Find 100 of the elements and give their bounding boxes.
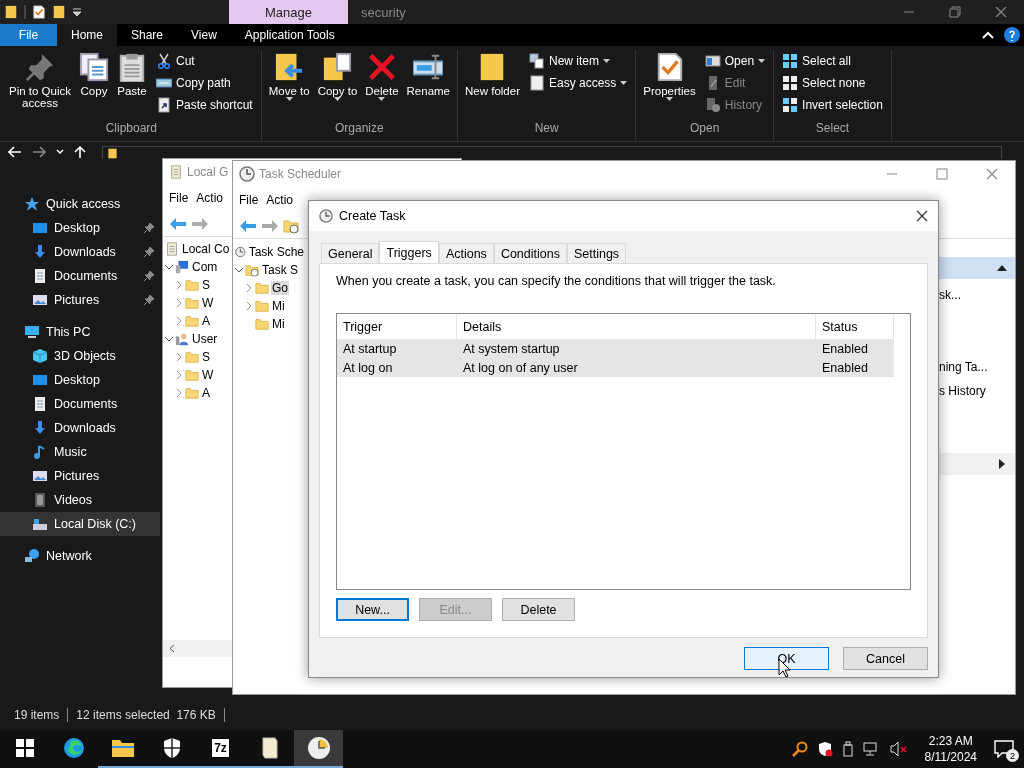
clock-icon[interactable] — [306, 736, 331, 760]
ribbon-command[interactable]: Easy access — [528, 74, 628, 92]
menu-item[interactable]: Actio — [266, 193, 294, 207]
ribbon-command[interactable]: Select all — [782, 52, 883, 70]
tree-item[interactable]: Local Co — [181, 242, 231, 256]
help-icon[interactable] — [1004, 27, 1020, 43]
table-cell[interactable]: At startup — [337, 339, 457, 358]
edge-browser-icon[interactable] — [62, 737, 85, 759]
ribbon-command[interactable]: Paste shortcut — [156, 96, 253, 114]
start-icon[interactable] — [15, 739, 34, 757]
tree-item[interactable]: S — [201, 350, 211, 364]
nav-item[interactable]: Documents — [0, 392, 160, 416]
ribbon-command[interactable]: Copy path — [156, 74, 253, 92]
tree-item[interactable]: Mi — [271, 299, 286, 313]
ribbon-command[interactable]: Open — [704, 52, 766, 70]
notepad-icon[interactable] — [260, 736, 279, 760]
ribbon-button[interactable]: Move to — [265, 50, 313, 121]
restore-icon[interactable] — [949, 6, 961, 18]
tree-item[interactable]: Task S — [261, 263, 299, 277]
ribbon-button[interactable]: Rename — [403, 50, 453, 121]
nav-item[interactable]: This PC — [0, 320, 160, 344]
table-cell[interactable]: At log on of any user — [457, 358, 816, 377]
nav-item[interactable]: Music — [0, 440, 160, 464]
table-cell[interactable]: Enabled — [816, 339, 894, 358]
scroll-left-icon[interactable] — [169, 644, 175, 653]
nav-item[interactable]: Pictures — [0, 464, 160, 488]
ribbon-tab[interactable]: Application Tools — [230, 24, 349, 46]
close-icon[interactable] — [916, 210, 928, 222]
expand-icon[interactable] — [999, 459, 1005, 469]
archive-app-icon[interactable]: 7z — [211, 738, 230, 758]
nav-item[interactable]: Documents — [0, 264, 160, 288]
ribbon-button[interactable]: Delete — [362, 50, 402, 121]
shield-icon[interactable] — [161, 737, 182, 759]
collapse-icon[interactable] — [165, 334, 173, 344]
back-arrow-icon[interactable] — [169, 216, 187, 231]
ribbon-button[interactable]: Copy to — [314, 50, 361, 121]
notifications-icon[interactable] — [994, 740, 1014, 758]
table-cell[interactable]: At system startup — [457, 339, 816, 358]
nav-item[interactable]: Desktop — [0, 368, 160, 392]
shield-icon[interactable] — [816, 741, 833, 757]
collapse-icon[interactable] — [997, 265, 1007, 271]
ribbon-tab[interactable]: Home — [57, 24, 117, 46]
table-cell[interactable]: At log on — [337, 358, 457, 377]
dialog-button[interactable]: Delete — [502, 598, 575, 621]
collapse-ribbon-icon[interactable] — [982, 31, 994, 39]
up-icon[interactable] — [74, 146, 86, 158]
folder-icon[interactable] — [110, 738, 135, 758]
usb-icon[interactable] — [841, 741, 854, 757]
nav-item[interactable]: Downloads — [0, 240, 160, 264]
ribbon-tab[interactable]: File — [0, 24, 57, 46]
menu-item[interactable]: File — [169, 191, 189, 205]
nav-item[interactable]: Network — [0, 544, 160, 568]
ribbon-command[interactable]: Cut — [156, 52, 253, 70]
dialog-button[interactable]: Cancel — [843, 647, 928, 670]
nav-item[interactable]: Pictures — [0, 288, 160, 312]
menu-item[interactable]: File — [239, 193, 259, 207]
ribbon-button[interactable]: Paste — [114, 50, 150, 121]
tab[interactable]: Conditions — [493, 243, 567, 263]
tab[interactable]: Triggers — [379, 241, 439, 264]
tab[interactable]: General — [321, 243, 380, 263]
tree-item[interactable]: Com — [191, 260, 219, 274]
tree-item[interactable]: Mi — [271, 317, 286, 331]
ribbon-button[interactable]: Copy — [76, 50, 112, 121]
nav-item[interactable]: Local Disk (C:) — [0, 512, 160, 536]
tree-item[interactable]: W — [201, 296, 215, 310]
collapse-icon[interactable] — [165, 262, 173, 272]
nav-item[interactable]: 3D Objects — [0, 344, 160, 368]
tree-item[interactable]: W — [201, 368, 215, 382]
ribbon-button[interactable]: Properties — [640, 50, 699, 121]
table-cell[interactable]: Enabled — [816, 358, 894, 377]
action-link[interactable]: ning Ta... — [939, 355, 1015, 379]
nav-item[interactable]: Quick access — [0, 192, 160, 216]
collapse-icon[interactable] — [235, 265, 243, 275]
menu-item[interactable]: Actio — [196, 191, 224, 205]
back-icon[interactable] — [8, 146, 22, 158]
tab[interactable]: Actions — [438, 243, 494, 263]
tree-item[interactable]: A — [201, 386, 211, 400]
speaker-muted-icon[interactable] — [889, 741, 908, 757]
ribbon-command[interactable]: Invert selection — [782, 96, 883, 114]
nav-item[interactable]: Videos — [0, 488, 160, 512]
clock[interactable]: 2:23 AM 8/11/2024 — [924, 733, 977, 765]
customize-icon[interactable] — [72, 7, 82, 17]
action-link[interactable]: sk... — [939, 283, 1015, 307]
action-link[interactable]: s History — [939, 379, 1015, 403]
recent-icon[interactable] — [56, 149, 64, 155]
nav-item[interactable]: Desktop — [0, 216, 160, 240]
forward-icon[interactable] — [32, 146, 46, 158]
tab[interactable]: Settings — [566, 243, 627, 263]
ribbon-tab[interactable]: Share — [117, 24, 178, 46]
tree-item[interactable]: Go — [271, 281, 289, 295]
tree-item[interactable]: Task Sche — [247, 245, 305, 259]
search-icon[interactable] — [791, 741, 808, 757]
ribbon-button[interactable]: New folder — [462, 50, 523, 121]
ribbon-button[interactable]: Pin to Quick access — [6, 50, 74, 121]
tree-item[interactable]: A — [201, 314, 211, 328]
ribbon-command[interactable]: New item — [528, 52, 628, 70]
ribbon-command[interactable]: Select none — [782, 74, 883, 92]
ribbon-context-tab[interactable]: Manage — [229, 0, 348, 24]
nav-item[interactable]: Downloads — [0, 416, 160, 440]
tree-item[interactable]: S — [201, 278, 211, 292]
